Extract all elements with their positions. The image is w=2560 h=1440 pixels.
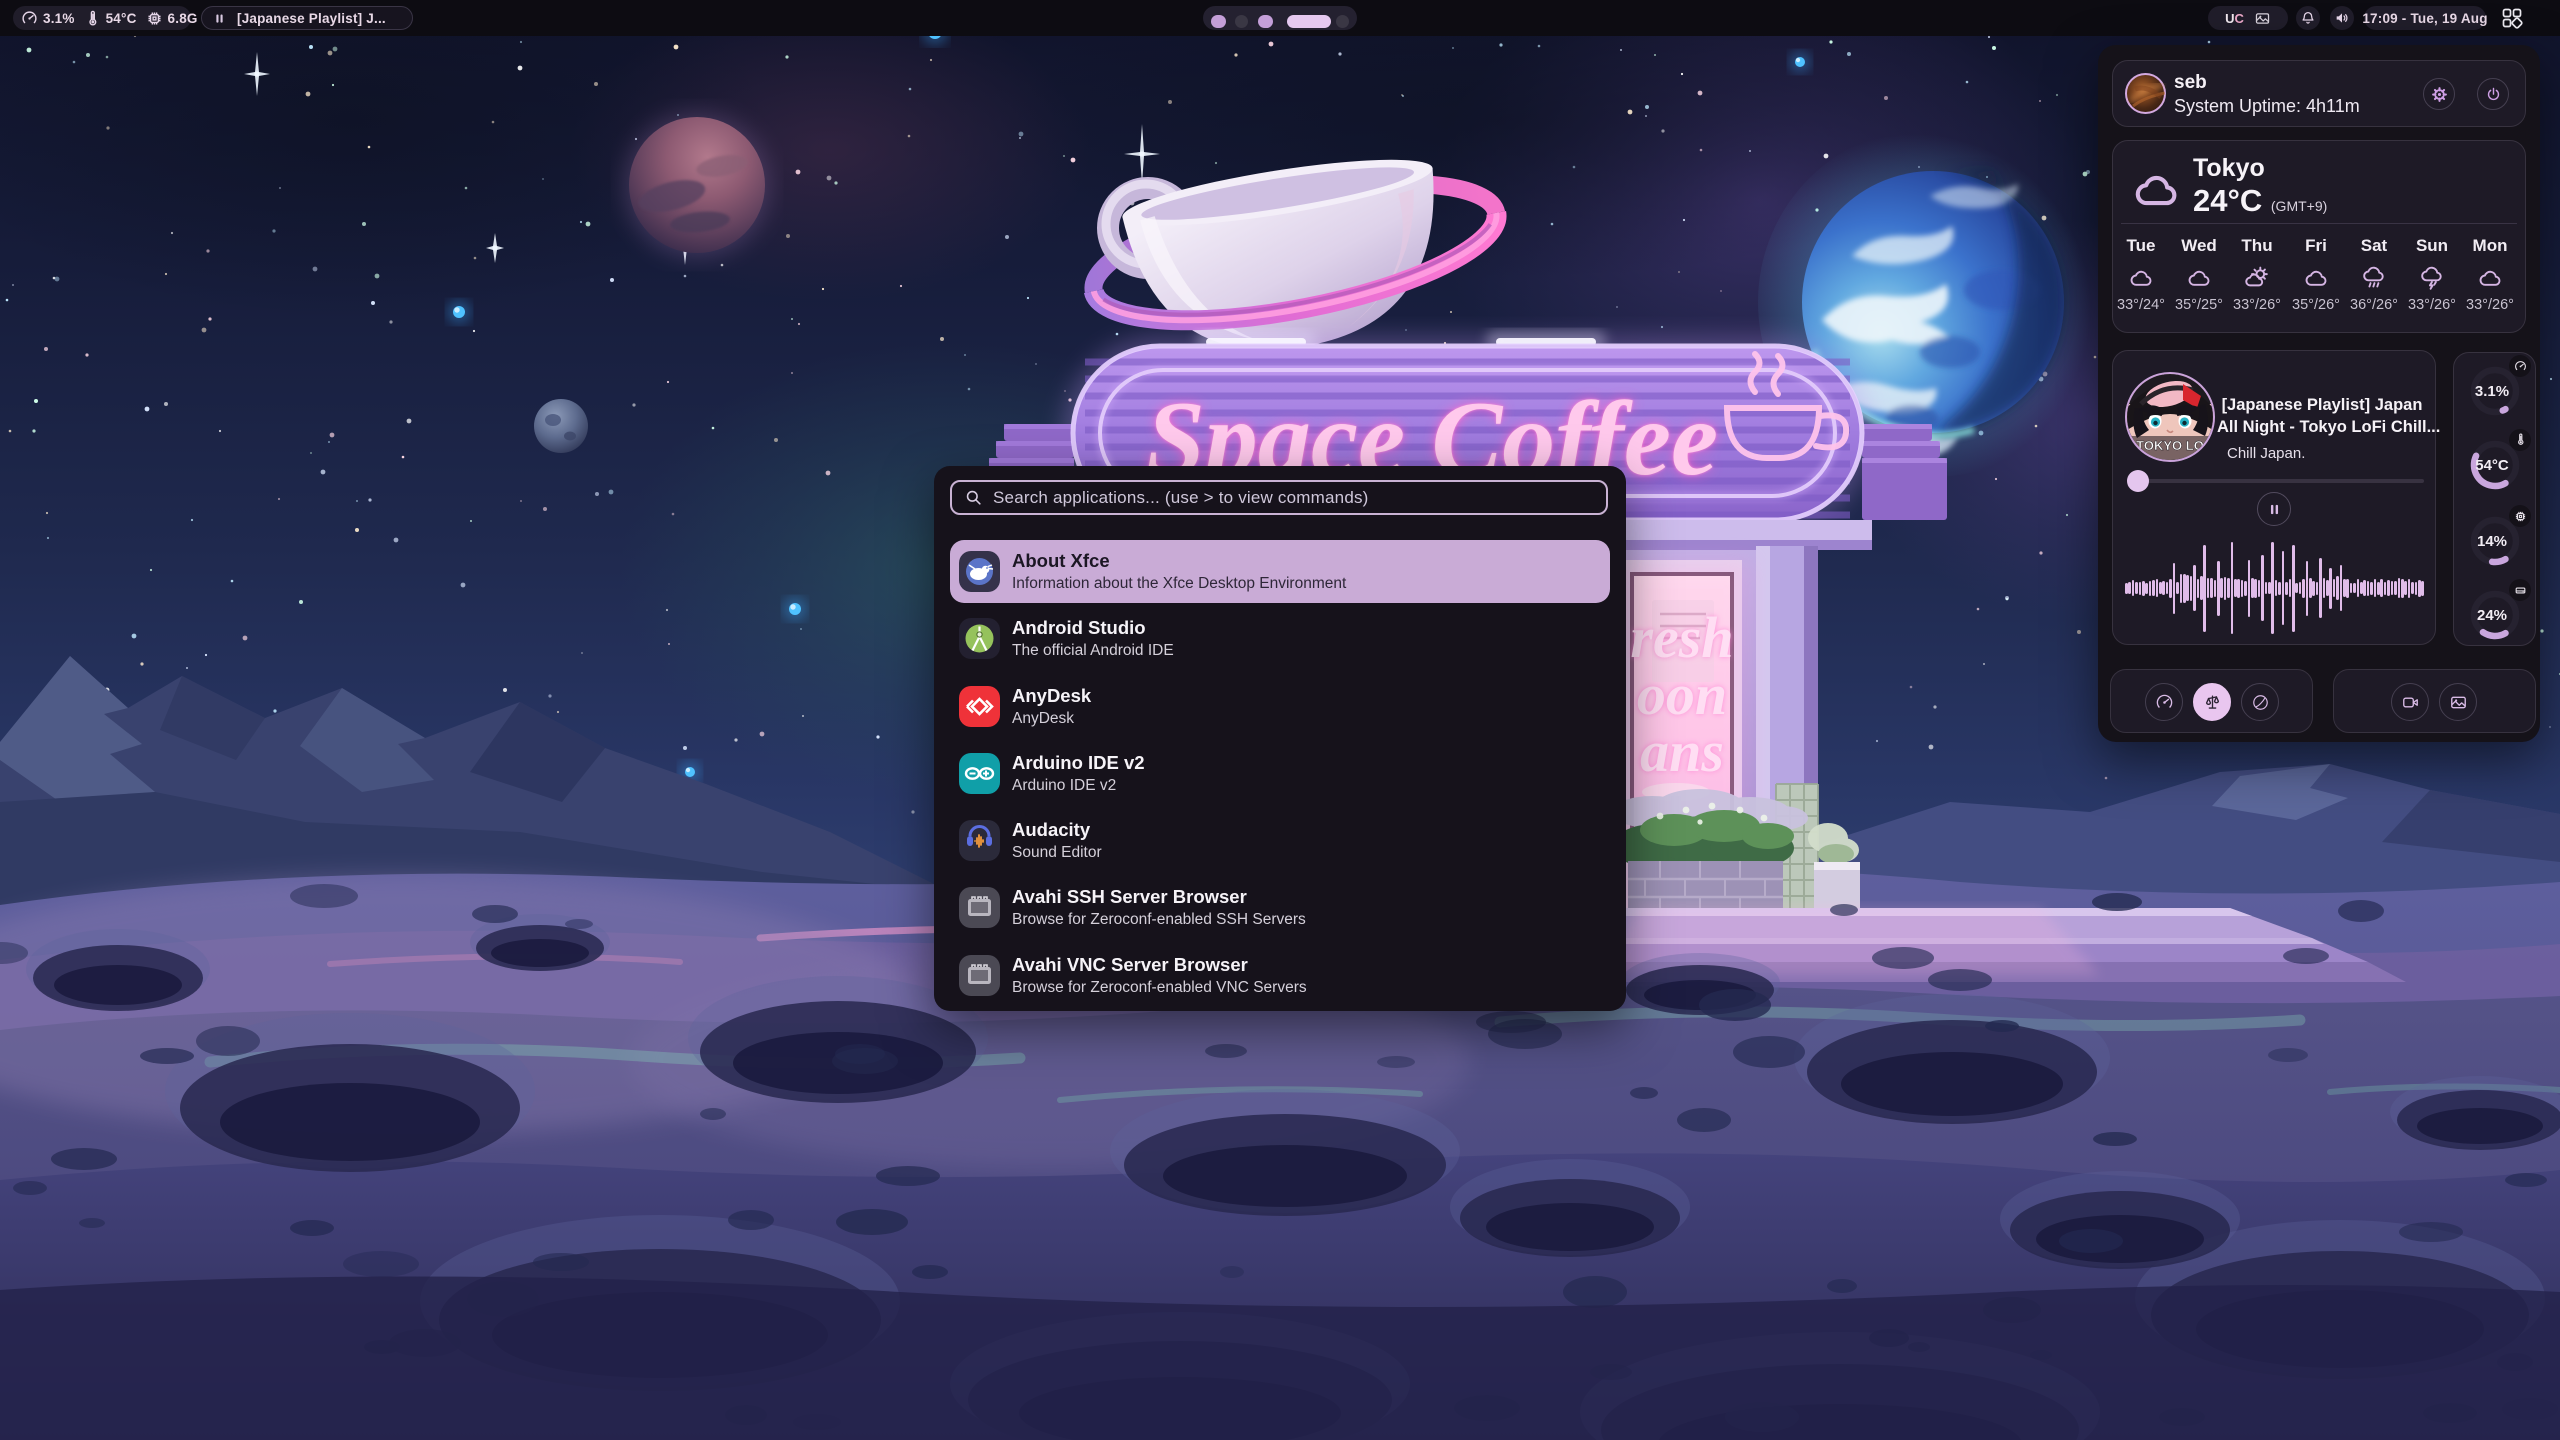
svg-text:TOKYO LO: TOKYO LO: [2136, 438, 2204, 453]
